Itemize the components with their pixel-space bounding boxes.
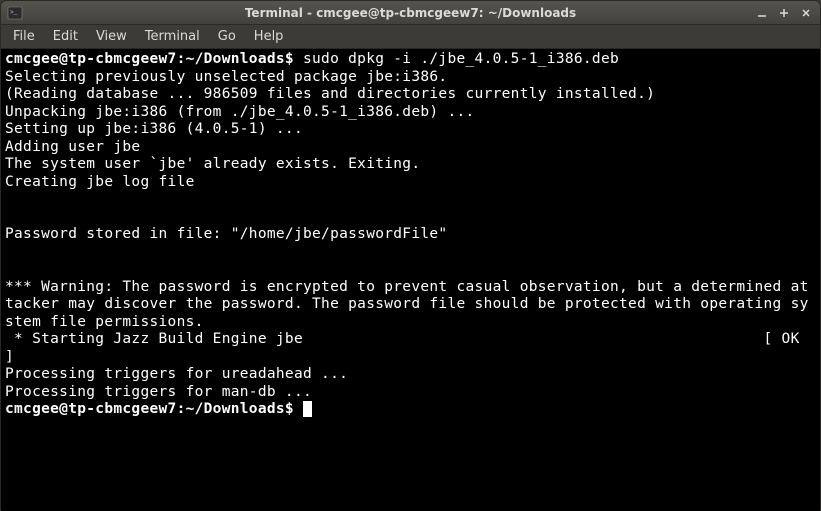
output-line: (Reading database ... 986509 files and d… <box>5 86 655 102</box>
output-line: Password stored in file: "/home/jbe/pass… <box>5 226 447 242</box>
output-line: Processing triggers for ureadahead ... <box>5 366 348 382</box>
menu-view[interactable]: View <box>88 27 135 46</box>
output-line: * Starting Jazz Build Engine jbe [ OK ] <box>5 331 809 365</box>
terminal-cursor <box>303 401 312 417</box>
output-line: The system user `jbe' already exists. Ex… <box>5 156 420 172</box>
shell-prompt: cmcgee@tp-cbmcgeew7:~/Downloads$ <box>5 401 294 417</box>
output-line: *** Warning: The password is encrypted t… <box>5 279 809 330</box>
window-title: Terminal - cmcgee@tp-cbmcgeew7: ~/Downlo… <box>245 6 576 20</box>
menu-go[interactable]: Go <box>210 27 244 46</box>
menu-help[interactable]: Help <box>246 27 292 46</box>
menu-file[interactable]: File <box>5 27 43 46</box>
close-button[interactable] <box>798 5 814 21</box>
output-line: Unpacking jbe:i386 (from ./jbe_4.0.5-1_i… <box>5 104 475 120</box>
output-line: Creating jbe log file <box>5 174 195 190</box>
minimize-button[interactable] <box>754 5 770 21</box>
output-line: Adding user jbe <box>5 139 140 155</box>
maximize-button[interactable] <box>776 5 792 21</box>
menu-edit[interactable]: Edit <box>45 27 86 46</box>
menu-terminal[interactable]: Terminal <box>137 27 208 46</box>
menubar: File Edit View Terminal Go Help <box>1 25 820 49</box>
shell-command: sudo dpkg -i ./jbe_4.0.5-1_i386.deb <box>303 51 619 67</box>
window-controls <box>754 5 814 21</box>
svg-text:>_: >_ <box>10 9 18 16</box>
terminal-output[interactable]: cmcgee@tp-cbmcgeew7:~/Downloads$ sudo dp… <box>1 49 820 511</box>
titlebar: >_ Terminal - cmcgee@tp-cbmcgeew7: ~/Dow… <box>1 1 820 25</box>
output-line: Processing triggers for man-db ... <box>5 384 312 400</box>
terminal-app-icon: >_ <box>7 5 23 21</box>
output-line: Selecting previously unselected package … <box>5 69 447 85</box>
shell-prompt: cmcgee@tp-cbmcgeew7:~/Downloads$ <box>5 51 294 67</box>
output-line: Setting up jbe:i386 (4.0.5-1) ... <box>5 121 303 137</box>
